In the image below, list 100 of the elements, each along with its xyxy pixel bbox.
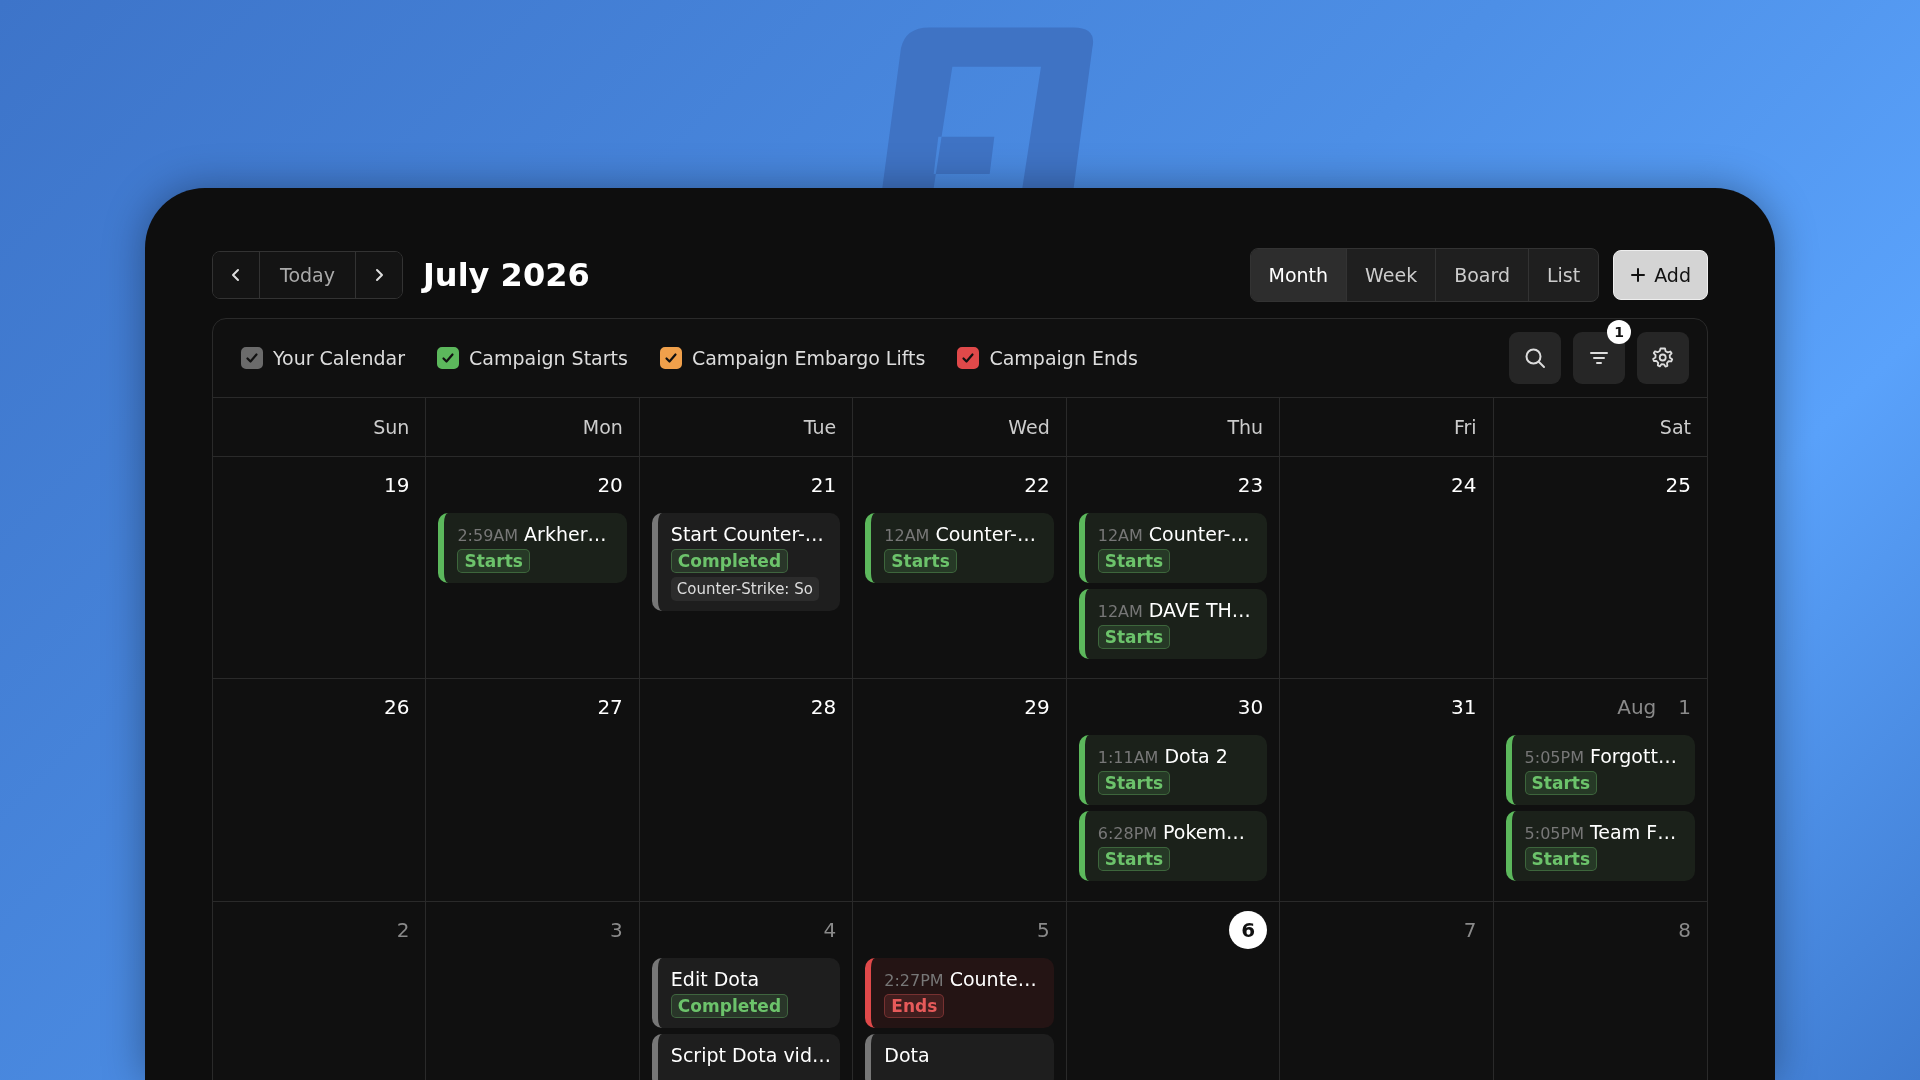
- day-number: 26: [383, 695, 410, 719]
- settings-button[interactable]: [1637, 332, 1689, 384]
- day-number: 23: [1237, 473, 1264, 497]
- event-time: 5:05PM: [1524, 748, 1584, 767]
- day-number: 29: [1024, 695, 1050, 719]
- event-card[interactable]: 5:05PM Forgott… Starts: [1505, 735, 1695, 805]
- day-number: 2: [396, 918, 410, 942]
- day-number: 31: [1451, 695, 1477, 719]
- status-tag: Starts: [1524, 771, 1598, 795]
- checkmark-icon: [245, 351, 259, 365]
- view-tab[interactable]: Week: [1346, 249, 1436, 301]
- status-tag: Starts: [1524, 847, 1598, 871]
- checkmark-icon: [663, 351, 678, 365]
- event-title: Pokem…: [1163, 821, 1246, 843]
- calendar-label: Campaign Starts: [469, 347, 628, 369]
- weekday-header: Fri: [1280, 398, 1494, 457]
- weekday-header: Thu: [1066, 398, 1281, 457]
- day-number: 30: [1237, 695, 1264, 719]
- day-number: 19: [383, 473, 410, 497]
- event-title: Script Dota vid…: [670, 1044, 831, 1066]
- checkmark-icon: [961, 351, 976, 365]
- status-tag: Completed: [670, 549, 789, 573]
- day-number: 24: [1451, 473, 1477, 497]
- event-title: Start Counter-…: [670, 523, 824, 545]
- day-number: 22: [1024, 473, 1050, 497]
- event-card[interactable]: Start Counter-… Completed Counter-Strike: So: [651, 513, 841, 611]
- plus-icon: [1630, 267, 1647, 283]
- event-card[interactable]: 1:11AM Dota 2 Starts: [1078, 735, 1268, 805]
- event-title: Edit Dota: [670, 968, 760, 990]
- today-button[interactable]: Today: [259, 252, 356, 298]
- event-note: Counter-Strike: So: [670, 577, 819, 601]
- search-icon: [1523, 346, 1547, 370]
- search-button[interactable]: [1509, 332, 1561, 384]
- event-title: Counter-…: [935, 523, 1036, 545]
- status-tag: Starts: [1097, 771, 1171, 795]
- calendar-checkbox[interactable]: [241, 347, 263, 369]
- weekday-header: Wed: [853, 398, 1067, 457]
- view-tab[interactable]: Board: [1435, 249, 1528, 301]
- event-time: 6:28PM: [1097, 824, 1158, 843]
- status-tag: Starts: [884, 549, 957, 573]
- event-title: Arkher…: [524, 523, 607, 545]
- weekday-header: Sun: [213, 398, 427, 457]
- weekday-header: Tue: [639, 398, 854, 457]
- event-card[interactable]: 12AM Counter-… Starts: [865, 513, 1054, 583]
- day-number: 4: [823, 918, 837, 942]
- event-time: 2:27PM: [884, 971, 944, 990]
- event-card[interactable]: 2:59AM Arkher… Starts: [438, 513, 627, 583]
- event-card[interactable]: Edit Dota Completed: [651, 958, 841, 1028]
- view-tab[interactable]: Month: [1250, 249, 1347, 301]
- day-number: 5: [1036, 918, 1050, 942]
- event-card[interactable]: 6:28PM Pokem… Starts: [1078, 811, 1268, 881]
- month-title: July 2026: [422, 256, 590, 294]
- filter-count-badge: 1: [1607, 320, 1631, 344]
- weekday-header: Mon: [426, 398, 640, 457]
- event-title: Counte…: [949, 968, 1037, 990]
- event-title: Counter-…: [1148, 523, 1250, 545]
- checkmark-icon: [441, 351, 456, 365]
- event-card[interactable]: 12AM DAVE TH… Starts: [1078, 589, 1268, 659]
- event-card[interactable]: 2:27PM Counte… Ends: [865, 958, 1054, 1028]
- event-card[interactable]: 5:05PM Team F… Starts: [1505, 811, 1695, 881]
- event-title: Dota 2: [1164, 745, 1228, 767]
- add-button[interactable]: Add: [1613, 250, 1708, 300]
- day-number: 7: [1463, 918, 1477, 942]
- today-date-badge: 6: [1229, 911, 1268, 949]
- day-number: 3: [610, 918, 623, 942]
- status-tag: Starts: [1097, 847, 1171, 871]
- event-time: 12AM: [1097, 526, 1143, 545]
- status-tag: Starts: [457, 549, 530, 573]
- event-time: 5:05PM: [1524, 824, 1584, 843]
- settings-icon: [1651, 346, 1675, 370]
- status-tag: Ends: [884, 994, 945, 1018]
- day-number: 25: [1665, 473, 1691, 497]
- event-time: 12AM: [1097, 602, 1143, 621]
- calendar-label: Your Calendar: [273, 347, 406, 369]
- month-label: Aug: [1617, 695, 1657, 719]
- day-number: 1: [1678, 695, 1691, 719]
- day-number: 28: [810, 695, 837, 719]
- event-card[interactable]: 12AM Counter-… Starts: [1078, 513, 1268, 583]
- weekday-header: Sat: [1493, 398, 1707, 457]
- calendar-label: Campaign Ends: [989, 347, 1138, 369]
- event-card[interactable]: Dota: [865, 1034, 1054, 1080]
- event-title: Team F…: [1589, 821, 1677, 843]
- day-number: 8: [1678, 918, 1691, 942]
- event-title: DAVE TH…: [1148, 599, 1251, 621]
- day-number: 21: [810, 473, 837, 497]
- status-tag: Starts: [1097, 625, 1171, 649]
- day-number: 20: [597, 473, 623, 497]
- event-title: Dota: [884, 1044, 930, 1066]
- event-title: Forgott…: [1589, 745, 1677, 767]
- status-tag: Starts: [1097, 549, 1171, 573]
- event-time: 12AM: [884, 526, 930, 545]
- status-tag: Completed: [670, 994, 789, 1018]
- calendar-checkbox[interactable]: [437, 347, 460, 369]
- event-time: 2:59AM: [457, 526, 519, 545]
- event-card[interactable]: Script Dota vid…: [651, 1034, 841, 1080]
- calendar-checkbox[interactable]: [659, 347, 682, 369]
- view-tab[interactable]: List: [1528, 249, 1599, 301]
- day-number: 27: [597, 695, 623, 719]
- calendar-checkbox[interactable]: [957, 347, 980, 369]
- calendar-label: Campaign Embargo Lifts: [691, 347, 926, 369]
